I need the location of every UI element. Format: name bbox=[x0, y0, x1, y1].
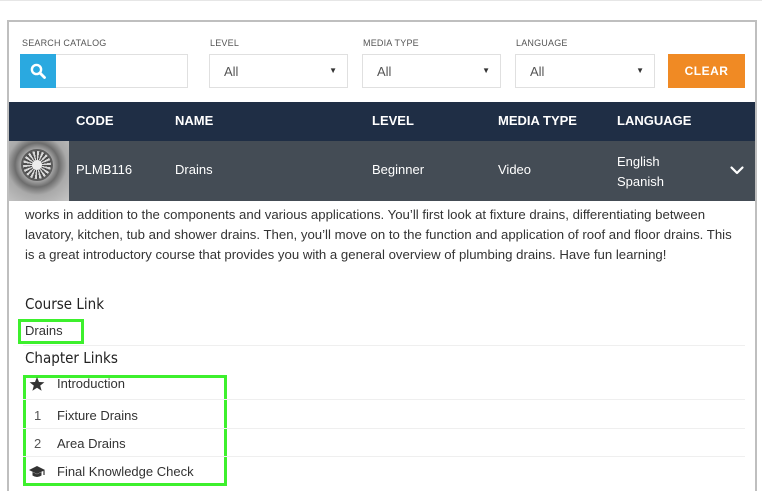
chevron-down-icon: ▼ bbox=[636, 66, 644, 75]
row-media-type: Video bbox=[498, 162, 532, 177]
column-header-code[interactable]: CODE bbox=[76, 113, 114, 128]
search-input[interactable] bbox=[56, 54, 188, 88]
chapter-link-fixture-drains[interactable]: Fixture Drains bbox=[57, 408, 138, 423]
graduation-cap-icon bbox=[29, 466, 45, 477]
divider bbox=[23, 345, 745, 346]
column-header-language[interactable]: LANGUAGE bbox=[617, 113, 691, 128]
media-type-label: MEDIA TYPE bbox=[363, 38, 419, 48]
filter-bar: SEARCH CATALOG LEVEL All ▼ MEDIA TYPE Al… bbox=[9, 22, 755, 102]
course-link-title: Course Link bbox=[25, 295, 105, 313]
row-code: PLMB116 bbox=[76, 162, 133, 177]
top-divider bbox=[0, 0, 762, 1]
search-icon bbox=[30, 63, 46, 79]
search-label: SEARCH CATALOG bbox=[22, 38, 107, 48]
language-label: LANGUAGE bbox=[516, 38, 568, 48]
column-header-name[interactable]: NAME bbox=[175, 113, 213, 128]
clear-button[interactable]: CLEAR bbox=[668, 54, 745, 88]
table-row[interactable]: PLMB116 Drains Beginner Video English Sp… bbox=[9, 141, 755, 201]
chapter-link-area-drains[interactable]: Area Drains bbox=[57, 436, 126, 451]
row-languages: English Spanish bbox=[617, 152, 664, 192]
chevron-down-icon: ▼ bbox=[482, 66, 490, 75]
row-language: English bbox=[617, 154, 660, 169]
course-detail: works in addition to the components and … bbox=[9, 201, 755, 491]
table-header: CODE NAME LEVEL MEDIA TYPE LANGUAGE bbox=[9, 102, 755, 141]
column-header-media-type[interactable]: MEDIA TYPE bbox=[498, 113, 577, 128]
divider bbox=[23, 399, 745, 400]
media-type-select-value: All bbox=[377, 63, 392, 79]
language-select[interactable]: All ▼ bbox=[515, 54, 655, 88]
chapter-link-final-knowledge-check[interactable]: Final Knowledge Check bbox=[57, 464, 194, 479]
row-name: Drains bbox=[175, 162, 213, 177]
level-select[interactable]: All ▼ bbox=[209, 54, 348, 88]
catalog-panel: SEARCH CATALOG LEVEL All ▼ MEDIA TYPE Al… bbox=[7, 20, 757, 491]
chapter-links-title: Chapter Links bbox=[25, 349, 118, 367]
chevron-down-icon: ▼ bbox=[329, 66, 337, 75]
star-icon bbox=[29, 377, 45, 391]
level-select-value: All bbox=[224, 63, 239, 79]
course-description: works in addition to the components and … bbox=[25, 207, 732, 262]
course-link[interactable]: Drains bbox=[25, 323, 63, 338]
language-select-value: All bbox=[530, 63, 545, 79]
divider bbox=[23, 428, 745, 429]
level-label: LEVEL bbox=[210, 38, 240, 48]
chapter-number: 1 bbox=[34, 408, 42, 423]
column-header-level[interactable]: LEVEL bbox=[372, 113, 414, 128]
search-button[interactable] bbox=[20, 54, 56, 88]
chevron-down-icon[interactable] bbox=[728, 161, 746, 179]
media-type-select[interactable]: All ▼ bbox=[362, 54, 501, 88]
chapter-link-introduction[interactable]: Introduction bbox=[57, 376, 125, 391]
chapter-number: 2 bbox=[34, 436, 42, 451]
row-language: Spanish bbox=[617, 174, 664, 189]
row-level: Beginner bbox=[372, 162, 425, 177]
divider bbox=[23, 456, 745, 457]
course-thumbnail bbox=[9, 141, 69, 201]
